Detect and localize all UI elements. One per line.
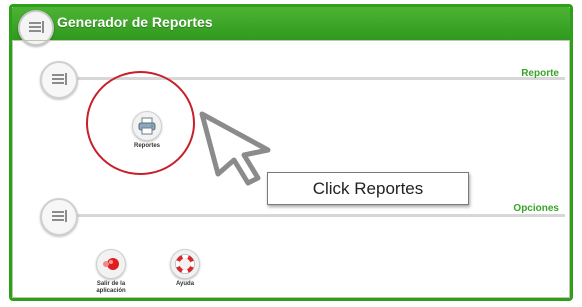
- main-panel: Reporte Reportes Opciones Salir de la ap…: [12, 40, 570, 298]
- section-label-reporte: Reporte: [521, 68, 559, 79]
- exit-label-line1: Salir de la: [96, 281, 126, 287]
- highlight-circle: [86, 71, 195, 175]
- lifebuoy-icon: [170, 249, 200, 279]
- section-opciones-icon: [40, 198, 78, 236]
- callout-label: Click Reportes: [267, 172, 469, 205]
- help-label: Ayuda: [175, 281, 195, 287]
- section-divider-opciones: [77, 214, 565, 217]
- pointer-arrow-icon: [199, 111, 271, 186]
- exit-button[interactable]: Salir de la aplicación: [89, 249, 133, 295]
- app-window: Generador de Reportes Reporte Reportes O…: [9, 4, 573, 301]
- exit-label-line2: aplicación: [96, 288, 126, 294]
- help-button[interactable]: Ayuda: [165, 249, 205, 288]
- section-reporte-icon: [40, 61, 78, 99]
- exit-icon: [96, 249, 126, 279]
- title-bar: Generador de Reportes: [12, 7, 570, 46]
- window-title: Generador de Reportes: [57, 14, 213, 30]
- section-label-opciones: Opciones: [513, 203, 559, 214]
